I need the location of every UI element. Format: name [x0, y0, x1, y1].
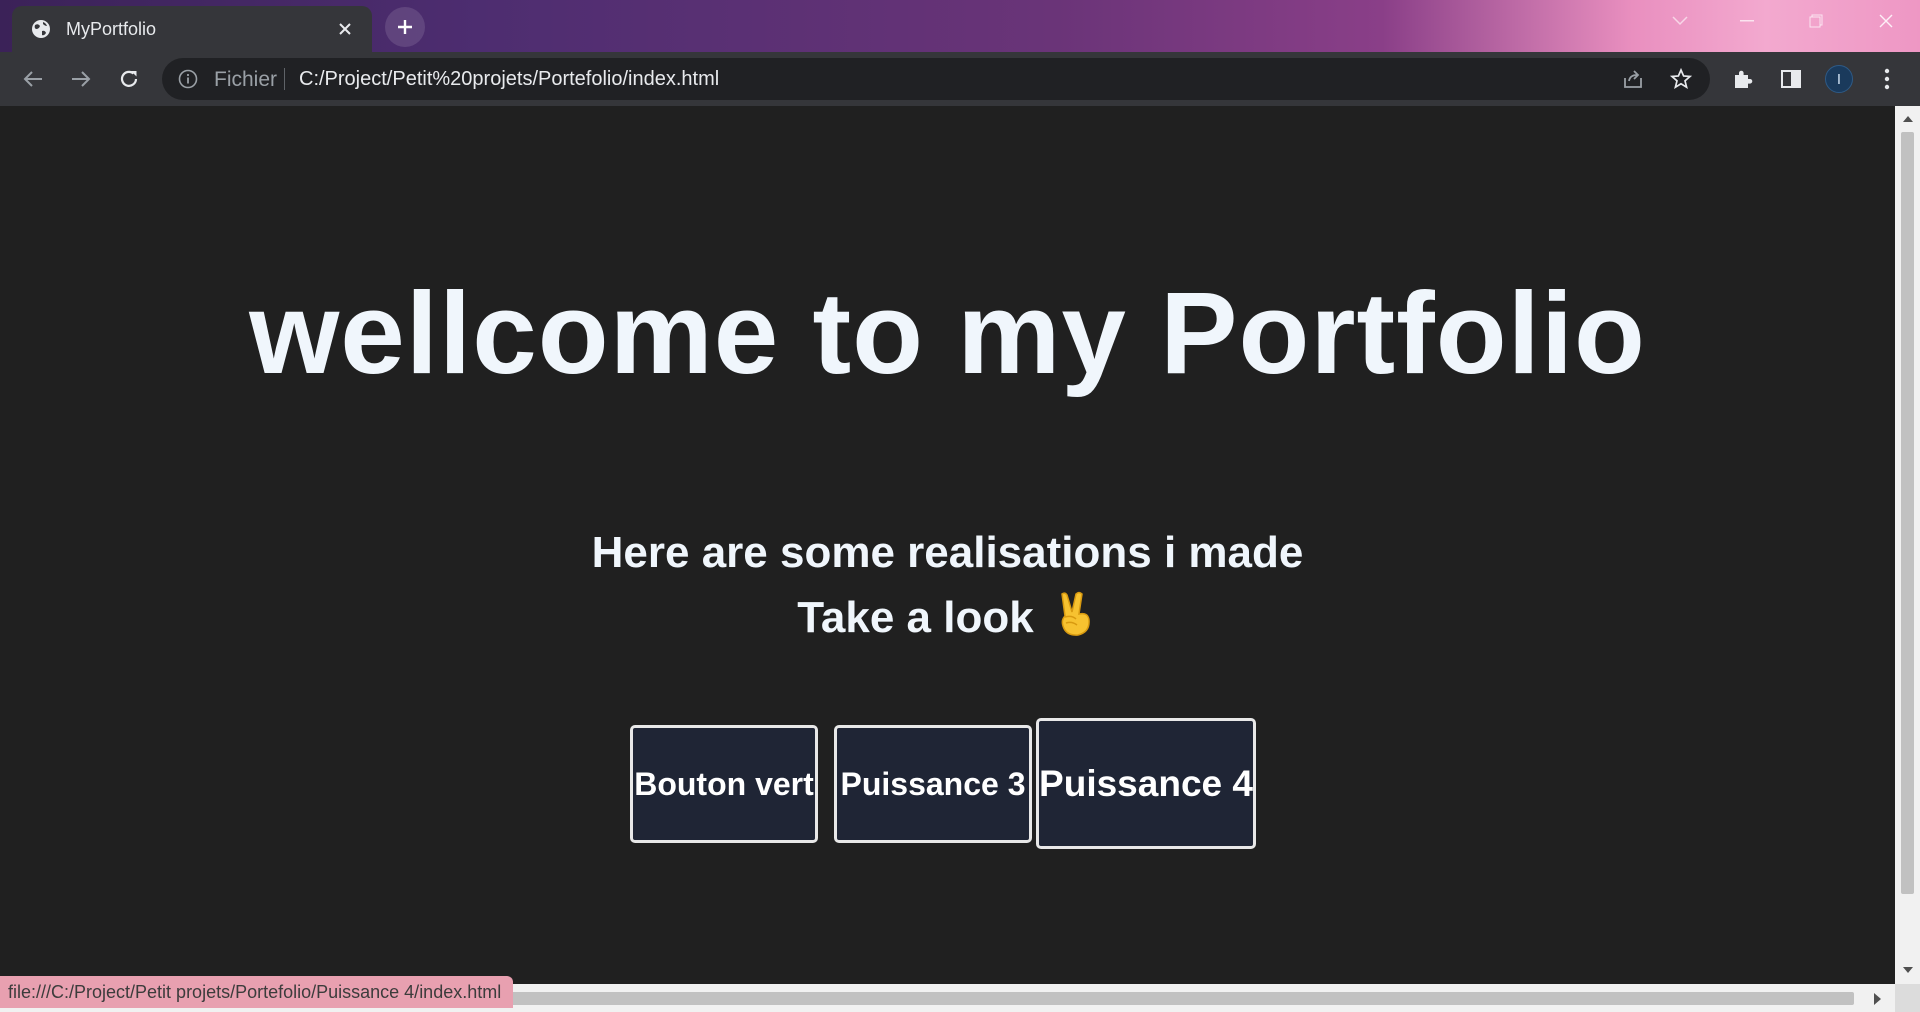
project-button-bouton-vert[interactable]: Bouton vert — [630, 725, 818, 843]
puzzle-icon — [1735, 70, 1753, 88]
browser-toolbar: Fichier C:/Project/Petit%20projets/Porte… — [0, 52, 1920, 106]
page-viewport: wellcome to my Portfolio Here are some r… — [0, 106, 1895, 984]
chevron-down-icon — [1672, 16, 1688, 26]
scroll-right-arrow-icon[interactable] — [1874, 992, 1887, 1005]
close-icon[interactable] — [332, 16, 358, 42]
side-panel-button[interactable] — [1778, 66, 1804, 92]
bookmark-star-icon[interactable] — [1669, 67, 1693, 90]
address-bar[interactable]: Fichier C:/Project/Petit%20projets/Porte… — [162, 58, 1710, 100]
omnibox-divider — [284, 68, 285, 90]
close-icon — [1879, 14, 1893, 28]
projects-list: Bouton vert Puissance 3 Puissance 4 — [0, 106, 1895, 984]
tab-title: MyPortfolio — [66, 18, 157, 39]
reload-icon — [120, 70, 138, 87]
link-status-bubble: file:///C:/Project/Petit projets/Portefo… — [0, 976, 514, 1008]
vertical-scroll-thumb[interactable] — [1901, 132, 1914, 894]
window-close-button[interactable] — [1856, 0, 1916, 42]
globe-icon — [30, 18, 52, 40]
side-panel-icon — [1781, 70, 1801, 88]
extensions-button[interactable] — [1730, 66, 1756, 92]
security-label: Fichier — [214, 68, 278, 91]
scroll-down-arrow-icon[interactable] — [1901, 964, 1914, 977]
restore-button[interactable] — [1786, 0, 1846, 42]
vertical-scrollbar[interactable] — [1895, 106, 1920, 984]
plus-icon — [398, 20, 412, 34]
kebab-menu-icon — [1884, 68, 1890, 90]
arrow-left-icon — [23, 71, 42, 87]
browser-tab[interactable]: MyPortfolio — [12, 6, 372, 52]
forward-button[interactable] — [64, 62, 98, 96]
minimize-button[interactable] — [1717, 0, 1777, 42]
arrow-right-icon — [72, 71, 91, 87]
browser-tab-strip: MyPortfolio — [0, 0, 1920, 52]
project-button-puissance-4[interactable]: Puissance 4 — [1036, 718, 1256, 849]
browser-menu-button[interactable] — [1874, 66, 1900, 92]
info-icon[interactable] — [178, 69, 198, 89]
scrollbar-corner — [1895, 984, 1920, 1012]
reload-button[interactable] — [112, 62, 146, 96]
share-icon[interactable] — [1622, 68, 1644, 90]
restore-icon — [1809, 14, 1823, 28]
scroll-up-arrow-icon[interactable] — [1901, 112, 1914, 125]
back-button[interactable] — [16, 62, 50, 96]
new-tab-button[interactable] — [385, 7, 425, 47]
minimize-icon — [1740, 20, 1754, 22]
url-text[interactable]: C:/Project/Petit%20projets/Portefolio/in… — [299, 68, 719, 91]
tab-search-button[interactable] — [1650, 0, 1710, 42]
project-button-puissance-3[interactable]: Puissance 3 — [834, 725, 1032, 843]
profile-avatar[interactable]: I — [1825, 65, 1853, 93]
